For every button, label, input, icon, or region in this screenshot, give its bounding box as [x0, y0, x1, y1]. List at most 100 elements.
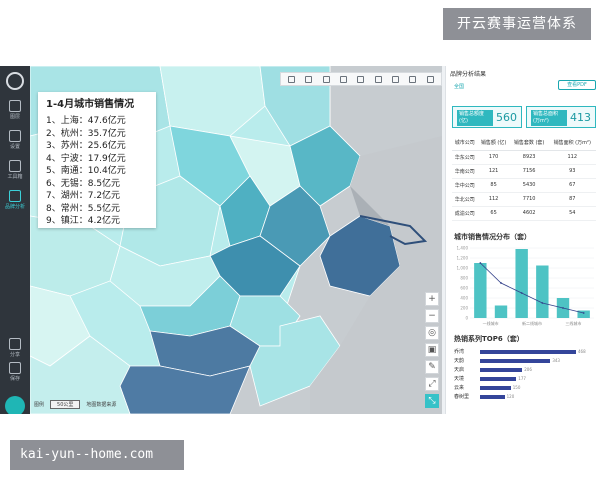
toolbox-icon	[9, 160, 21, 172]
stat-sales-area: 销售总面积 (万m²) 413	[526, 106, 596, 128]
table-header: 城市公司	[452, 136, 478, 151]
zoom-out-icon[interactable]: −	[425, 309, 439, 323]
table-cell: 成渝公司	[452, 206, 478, 221]
sales-summary-card: 1-4月城市销售情况 1、上海：47.6亿元 2、杭州：35.7亿元 3、苏州：…	[38, 92, 156, 228]
table-cell: 华北公司	[452, 192, 478, 207]
expand-icon[interactable]: ⤢	[425, 377, 439, 391]
select-tool-icon[interactable]	[288, 75, 296, 83]
trend-point	[479, 262, 482, 264]
table-cell: 华中公司	[452, 178, 478, 193]
fullscreen-tool-icon[interactable]	[409, 75, 417, 83]
zoom-in-icon[interactable]: +	[425, 292, 439, 306]
table-cell: 67	[548, 178, 596, 193]
table-cell: 54	[548, 206, 596, 221]
chart-bar[interactable]	[494, 305, 508, 319]
data-source-label[interactable]: 地图数据来源	[86, 401, 116, 408]
table-header: 销售面积 (万m²)	[548, 136, 596, 151]
panel-header: 品牌分析结果	[450, 71, 487, 78]
table-row[interactable]: 成渝公司 65 4602 54	[452, 206, 596, 221]
table-row[interactable]: 华南公司 121 7156 93	[452, 164, 596, 179]
sidebar-item-share[interactable]: 分享	[0, 338, 30, 358]
draw-tool-icon[interactable]	[340, 75, 348, 83]
sliders-icon	[9, 130, 21, 142]
table-row[interactable]: 华北公司 112 7710 87	[452, 192, 596, 207]
top-series-row[interactable]: 春树里 120	[454, 393, 514, 400]
top-series-row[interactable]: 天境 177	[454, 375, 526, 382]
pencil-icon[interactable]: ✎	[425, 360, 439, 374]
sidebar-item-label: 保存	[9, 376, 20, 382]
x-tick-label: 三线城市	[565, 320, 581, 326]
cube-icon	[9, 100, 21, 112]
table-header: 销售套数 (套)	[509, 136, 549, 151]
table-cell: 华东公司	[452, 150, 478, 165]
table-cell: 85	[477, 178, 510, 193]
sidebar-item-layers[interactable]: 图层	[0, 100, 30, 120]
y-tick-label: 400	[460, 296, 468, 301]
watermark-bottom: kai-yun--home.com	[10, 440, 184, 470]
legend-label[interactable]: 图例	[34, 401, 44, 408]
view-pdf-button[interactable]: 查看PDF	[558, 80, 596, 90]
resize-icon[interactable]: ⤡	[425, 394, 439, 408]
table-header: 销售额 (亿)	[477, 136, 510, 151]
x-tick-label: 一线城市	[483, 320, 499, 326]
screenshot-stage: 开云赛事运营体系 图层 设置 工具箱 品牌分析 分享 保存 1-4月城市销售情况…	[0, 0, 600, 480]
stat-label: 销售总面积 (万m²)	[531, 110, 567, 126]
chart-bar[interactable]	[536, 265, 549, 319]
list-item: 6、无锡：8.5亿元	[46, 178, 121, 189]
sidebar-item-label: 工具箱	[7, 174, 23, 180]
series-bar	[480, 376, 517, 381]
choropleth-map[interactable]: 1-4月城市销售情况 1、上海：47.6亿元 2、杭州：35.7亿元 3、苏州：…	[30, 66, 442, 414]
table-cell: 5430	[509, 178, 549, 193]
series-name: 天韵	[454, 358, 465, 364]
top-series-row[interactable]: 乔湾 468	[454, 348, 586, 355]
table-cell: 65	[477, 206, 510, 221]
clear-tool-icon[interactable]	[426, 75, 434, 83]
table-cell: 112	[477, 192, 510, 207]
sidebar-item-save[interactable]: 保存	[0, 362, 30, 382]
y-tick-label: 200	[460, 306, 468, 311]
top-series-row[interactable]: 云来 150	[454, 384, 520, 391]
pan-tool-icon[interactable]	[305, 75, 313, 83]
list-item: 5、南通：10.4亿元	[46, 166, 126, 176]
export-tool-icon[interactable]	[392, 75, 400, 83]
sidebar-item-analysis[interactable]: 品牌分析	[0, 190, 30, 210]
sidebar-item-label: 品牌分析	[4, 204, 25, 210]
layer-tool-icon[interactable]	[357, 75, 365, 83]
locate-icon[interactable]: ◎	[425, 326, 439, 340]
sidebar-item-toolbox[interactable]: 工具箱	[0, 160, 30, 180]
distribution-chart-title: 城市销售情况分布（套）	[454, 233, 531, 241]
list-item: 4、宁波：17.9亿元	[46, 153, 126, 164]
table-row[interactable]: 华中公司 85 5430 67	[452, 178, 596, 193]
table-cell: 4602	[509, 206, 549, 221]
top-series-row[interactable]: 天韵 343	[454, 357, 560, 364]
list-item: 7、湖州：7.2亿元	[46, 191, 121, 201]
series-value: 468	[578, 349, 586, 354]
measure-tool-icon[interactable]	[322, 75, 330, 83]
y-tick-label: 1,000	[457, 266, 469, 271]
layers-icon[interactable]: ▣	[425, 343, 439, 357]
print-tool-icon[interactable]	[374, 75, 382, 83]
chart-bar[interactable]	[474, 263, 487, 318]
series-value: 150	[512, 385, 521, 390]
list-item: 3、苏州：25.6亿元	[46, 141, 126, 151]
avatar[interactable]	[5, 396, 25, 414]
series-bar	[480, 394, 505, 399]
sidebar-item-settings[interactable]: 设置	[0, 130, 30, 150]
stat-sales-amount: 销售总额度 (亿) 560	[452, 106, 522, 128]
map-toolbar	[280, 72, 442, 86]
y-tick-label: 1,200	[457, 256, 469, 261]
top-series-title: 热销系列TOP6（套）	[454, 335, 524, 343]
city-sales-list: 1、上海：47.6亿元 2、杭州：35.7亿元 3、苏州：25.6亿元 4、宁波…	[46, 115, 148, 228]
table-row[interactable]: 华东公司 170 8923 112	[452, 150, 596, 165]
region-link[interactable]: 全国	[454, 83, 464, 90]
distribution-chart: 1,400 1,200 1,000 800 600 400 200 0 一线城市 新二线城市 三线城…	[457, 246, 594, 326]
chart-bar[interactable]	[515, 249, 528, 318]
trend-point	[582, 312, 585, 314]
table-cell: 170	[477, 150, 510, 165]
sidebar: 图层 设置 工具箱 品牌分析 分享 保存	[0, 66, 30, 414]
app-logo-icon[interactable]	[6, 72, 24, 90]
company-sales-table: 城市公司 销售额 (亿) 销售套数 (套) 销售面积 (万m²) 华东公司 17…	[452, 136, 596, 221]
top-series-row[interactable]: 天启 206	[454, 366, 532, 373]
watermark-top: 开云赛事运营体系	[443, 8, 591, 40]
series-bar	[480, 385, 511, 390]
